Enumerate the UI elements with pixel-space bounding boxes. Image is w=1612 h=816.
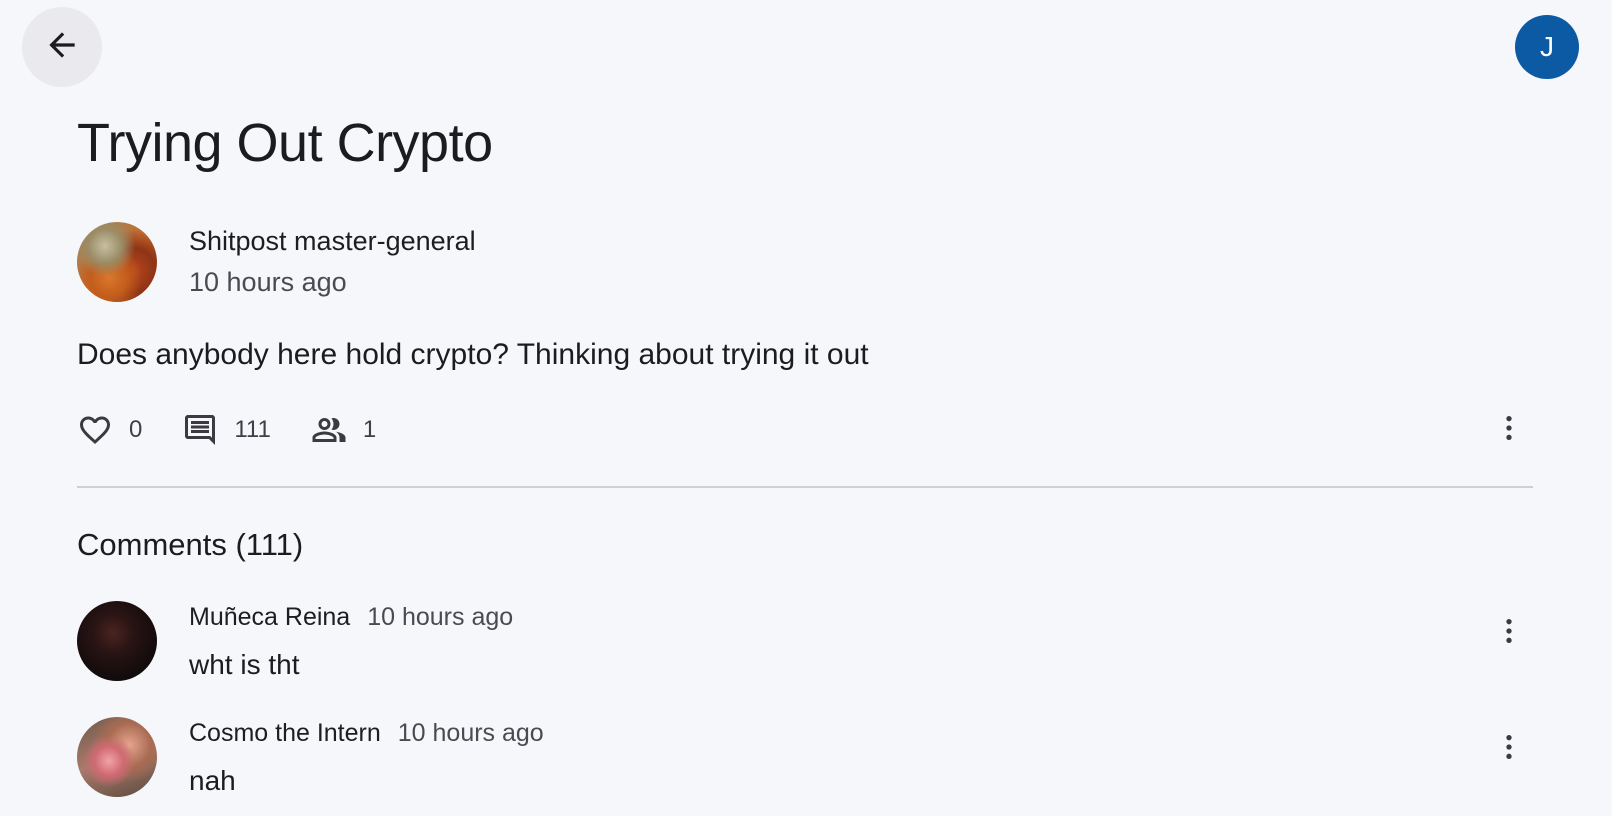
post-stats-row: 0 111 1 (77, 408, 416, 452)
heart-outline-icon (77, 412, 113, 448)
participant-count: 1 (362, 416, 377, 443)
comment-more-button[interactable] (1487, 611, 1531, 655)
author-name[interactable]: Shitpost master-general (189, 226, 476, 257)
comment-author[interactable]: Muñeca Reina (189, 603, 350, 632)
commenter-avatar[interactable] (77, 601, 157, 681)
comment-icon (182, 412, 218, 448)
post-timestamp: 10 hours ago (189, 267, 347, 297)
post-detail-page: J Trying Out Crypto Shitpost master-gene… (0, 0, 1612, 816)
user-avatar[interactable]: J (1515, 15, 1579, 79)
comment-item: Muñeca Reina 10 hours ago wht is tht (77, 601, 1534, 683)
user-initial: J (1540, 31, 1554, 62)
author-avatar[interactable] (77, 222, 157, 302)
comments-button[interactable]: 111 (182, 412, 271, 448)
comment-item: Cosmo the Intern 10 hours ago nah (77, 717, 1534, 799)
like-count: 0 (129, 416, 143, 443)
comment-text: nah (189, 765, 236, 796)
arrow-left-icon (43, 26, 81, 69)
more-vertical-icon (1493, 615, 1525, 652)
section-divider (77, 486, 1533, 488)
comments-heading: Comments (111) (77, 527, 304, 562)
comment-count: 111 (234, 416, 271, 443)
participants-button[interactable]: 1 (311, 412, 376, 448)
comment-meta: Cosmo the Intern 10 hours ago (189, 719, 544, 748)
author-info: Shitpost master-general 10 hours ago (189, 226, 476, 298)
more-vertical-icon (1493, 412, 1525, 449)
comment-timestamp: 10 hours ago (367, 603, 514, 631)
comment-timestamp: 10 hours ago (397, 719, 544, 747)
post-body: Does anybody here hold crypto? Thinking … (77, 338, 869, 371)
comment-more-button[interactable] (1487, 727, 1531, 771)
commenter-avatar[interactable] (77, 717, 157, 797)
people-icon (311, 412, 347, 448)
post-title: Trying Out Crypto (77, 113, 493, 173)
post-more-button[interactable] (1487, 408, 1531, 452)
comment-author[interactable]: Cosmo the Intern (189, 719, 381, 748)
post-author-row: Shitpost master-general 10 hours ago (77, 222, 476, 302)
more-vertical-icon (1493, 731, 1525, 768)
back-button[interactable] (22, 7, 102, 87)
comment-meta: Muñeca Reina 10 hours ago (189, 603, 513, 632)
like-button[interactable]: 0 (77, 412, 142, 448)
comment-text: wht is tht (189, 649, 300, 680)
